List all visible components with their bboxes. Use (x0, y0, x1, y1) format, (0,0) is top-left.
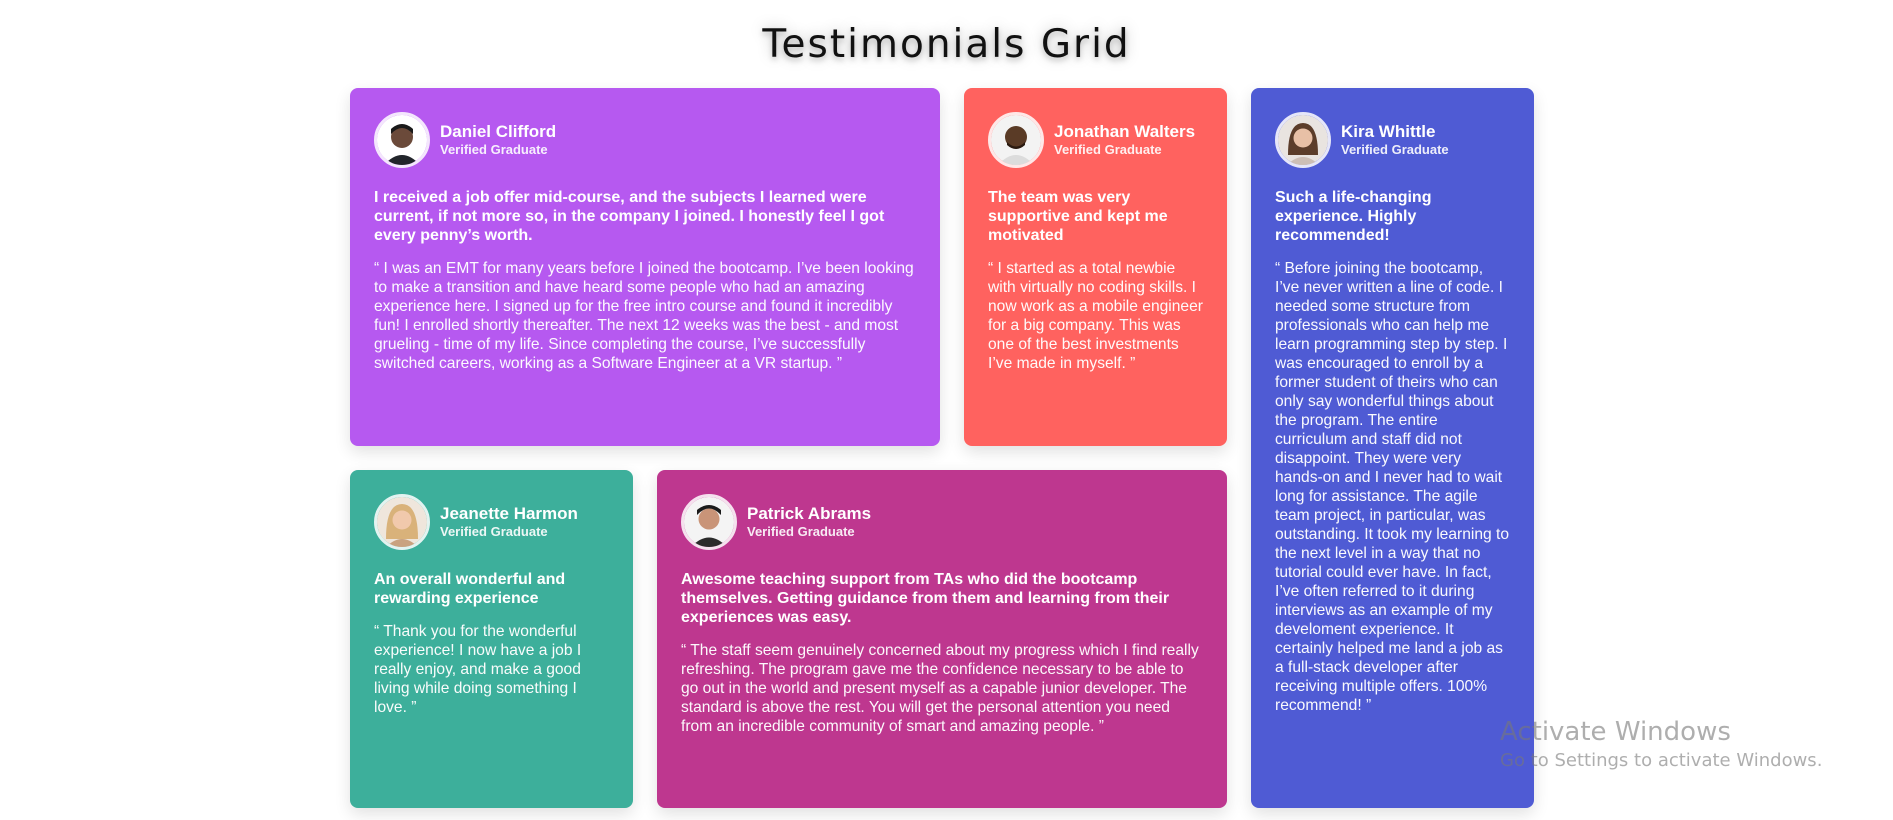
card-header: Jeanette Harmon Verified Graduate (374, 494, 609, 550)
testimonial-quote: “ I was an EMT for many years before I j… (374, 260, 914, 372)
person-role: Verified Graduate (1054, 142, 1162, 157)
card-header: Kira Whittle Verified Graduate (1275, 112, 1510, 168)
person-info: Daniel Clifford Verified Graduate (440, 122, 556, 158)
page-title: Testimonials Grid (762, 22, 1131, 67)
card-header: Daniel Clifford Verified Graduate (374, 112, 916, 168)
person-name: Kira Whittle (1341, 122, 1436, 141)
testimonial-card-jonathan: Jonathan Walters Verified Graduate The t… (964, 88, 1227, 446)
person-info: Patrick Abrams Verified Graduate (747, 504, 871, 540)
testimonials-page: Testimonials Grid Daniel Clifford Verifi… (0, 0, 1893, 820)
person-name: Jonathan Walters (1054, 122, 1196, 141)
testimonial-headline: An overall wonderful and rewarding exper… (374, 571, 566, 607)
avatar-photo-icon (684, 497, 734, 547)
avatar (1275, 112, 1331, 168)
avatar-photo-icon (377, 497, 427, 547)
testimonial-card-kira: Kira Whittle Verified Graduate Such a li… (1251, 88, 1534, 808)
person-info: Kira Whittle Verified Graduate (1341, 122, 1449, 158)
avatar (988, 112, 1044, 168)
testimonial-headline: Awesome teaching support from TAs who di… (681, 571, 1170, 626)
card-header: Patrick Abrams Verified Graduate (681, 494, 1203, 550)
testimonial-headline: Such a life-changing experience. Highly … (1275, 189, 1432, 244)
avatar (681, 494, 737, 550)
testimonial-quote: “ Thank you for the wonderful experience… (374, 623, 582, 716)
testimonial-headline: I received a job offer mid-course, and t… (374, 189, 885, 244)
person-name: Daniel Clifford (440, 122, 557, 141)
person-role: Verified Graduate (1341, 142, 1449, 157)
card-header: Jonathan Walters Verified Graduate (988, 112, 1203, 168)
testimonial-headline: The team was very supportive and kept me… (988, 189, 1168, 244)
testimonial-quote: “ The staff seem genuinely concerned abo… (681, 642, 1199, 735)
avatar-photo-icon (1278, 115, 1328, 165)
person-info: Jeanette Harmon Verified Graduate (440, 504, 578, 540)
avatar (374, 494, 430, 550)
testimonials-grid: Daniel Clifford Verified Graduate I rece… (350, 88, 1554, 808)
avatar-photo-icon (377, 115, 427, 165)
person-name: Jeanette Harmon (440, 504, 578, 523)
person-name: Patrick Abrams (747, 504, 872, 523)
person-role: Verified Graduate (440, 142, 548, 157)
person-info: Jonathan Walters Verified Graduate (1054, 122, 1195, 158)
testimonial-quote: “ I started as a total newbie with virtu… (988, 260, 1203, 372)
testimonial-card-daniel: Daniel Clifford Verified Graduate I rece… (350, 88, 940, 446)
person-role: Verified Graduate (747, 524, 855, 539)
testimonial-card-jeanette: Jeanette Harmon Verified Graduate An ove… (350, 470, 633, 808)
testimonial-card-patrick: Patrick Abrams Verified Graduate Awesome… (657, 470, 1227, 808)
avatar (374, 112, 430, 168)
person-role: Verified Graduate (440, 524, 548, 539)
avatar-photo-icon (991, 115, 1041, 165)
testimonial-quote: “ Before joining the bootcamp, I’ve neve… (1275, 260, 1510, 714)
